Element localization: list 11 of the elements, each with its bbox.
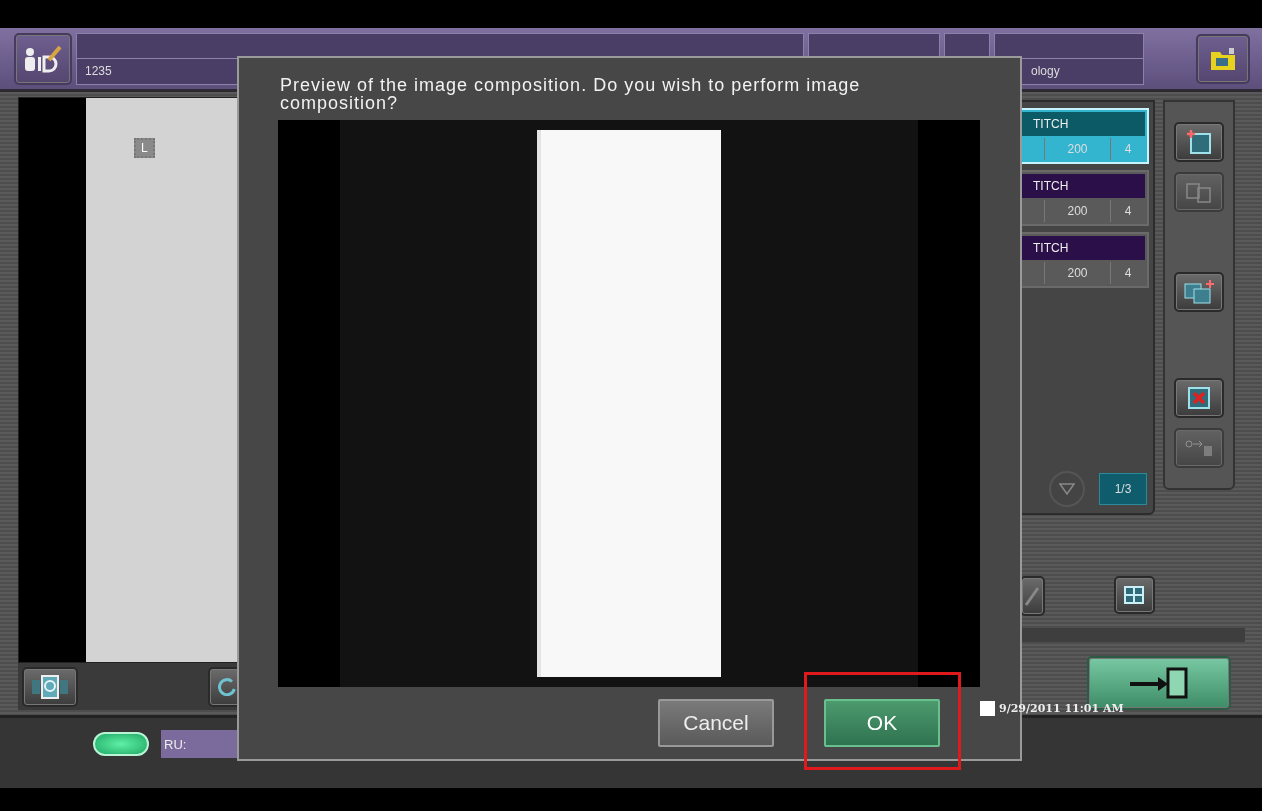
- ok-button[interactable]: OK: [824, 699, 940, 747]
- exam-value: 200: [1044, 138, 1110, 160]
- exam-count: 4: [1110, 262, 1145, 284]
- cancel-button[interactable]: Cancel: [658, 699, 774, 747]
- exam-value: 200: [1044, 200, 1110, 222]
- exam-count: 4: [1110, 200, 1145, 222]
- orientation-marker: L: [134, 138, 155, 158]
- exam-value: 200: [1044, 262, 1110, 284]
- page-indicator: 1/3: [1099, 473, 1147, 505]
- date-time: 9/29/2011 11:01 AM: [999, 702, 1124, 715]
- exam-count: 4: [1110, 138, 1145, 160]
